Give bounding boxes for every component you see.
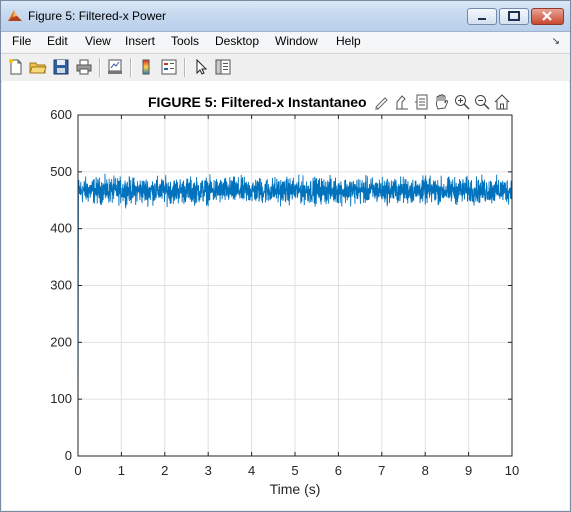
x-tick-label: 4 — [248, 463, 255, 478]
home-icon[interactable] — [493, 93, 511, 111]
brush-icon[interactable] — [373, 93, 391, 111]
x-tick-label: 8 — [422, 463, 429, 478]
restore-view-icon[interactable] — [413, 93, 431, 111]
y-tick-label: 600 — [50, 107, 72, 122]
y-tick-label: 300 — [50, 278, 72, 293]
chart-title: FIGURE 5: Filtered-x Instantaneo — [148, 94, 367, 110]
y-tick-labels: 0 100 200 300 400 500 600 — [50, 107, 72, 463]
x-axis-label: Time (s) — [270, 481, 321, 497]
y-tick-label: 0 — [65, 448, 72, 463]
x-tick-label: 2 — [161, 463, 168, 478]
x-tick-label: 7 — [378, 463, 385, 478]
figure-window: Figure 5: Filtered-x Power File Edit Vie… — [0, 0, 571, 512]
y-tick-label: 500 — [50, 164, 72, 179]
x-tick-label: 10 — [505, 463, 519, 478]
x-tick-label: 6 — [335, 463, 342, 478]
zoom-in-icon[interactable] — [453, 93, 471, 111]
axes-toolbar — [373, 93, 513, 113]
x-tick-label: 0 — [74, 463, 81, 478]
x-tick-label: 3 — [205, 463, 212, 478]
x-tick-label: 1 — [118, 463, 125, 478]
x-tick-labels: 0 1 2 3 4 5 6 7 8 9 10 — [74, 463, 519, 478]
zoom-out-icon[interactable] — [473, 93, 491, 111]
y-tick-label: 100 — [50, 391, 72, 406]
plot-axes[interactable]: 0 1 2 3 4 5 6 7 8 9 10 0 100 200 300 400 500 600 Time (s… — [1, 1, 570, 511]
data-tips-icon[interactable] — [393, 93, 411, 111]
x-tick-label: 5 — [291, 463, 298, 478]
y-tick-label: 200 — [50, 334, 72, 349]
x-tick-label: 9 — [465, 463, 472, 478]
pan-icon[interactable] — [433, 93, 451, 111]
y-tick-label: 400 — [50, 221, 72, 236]
